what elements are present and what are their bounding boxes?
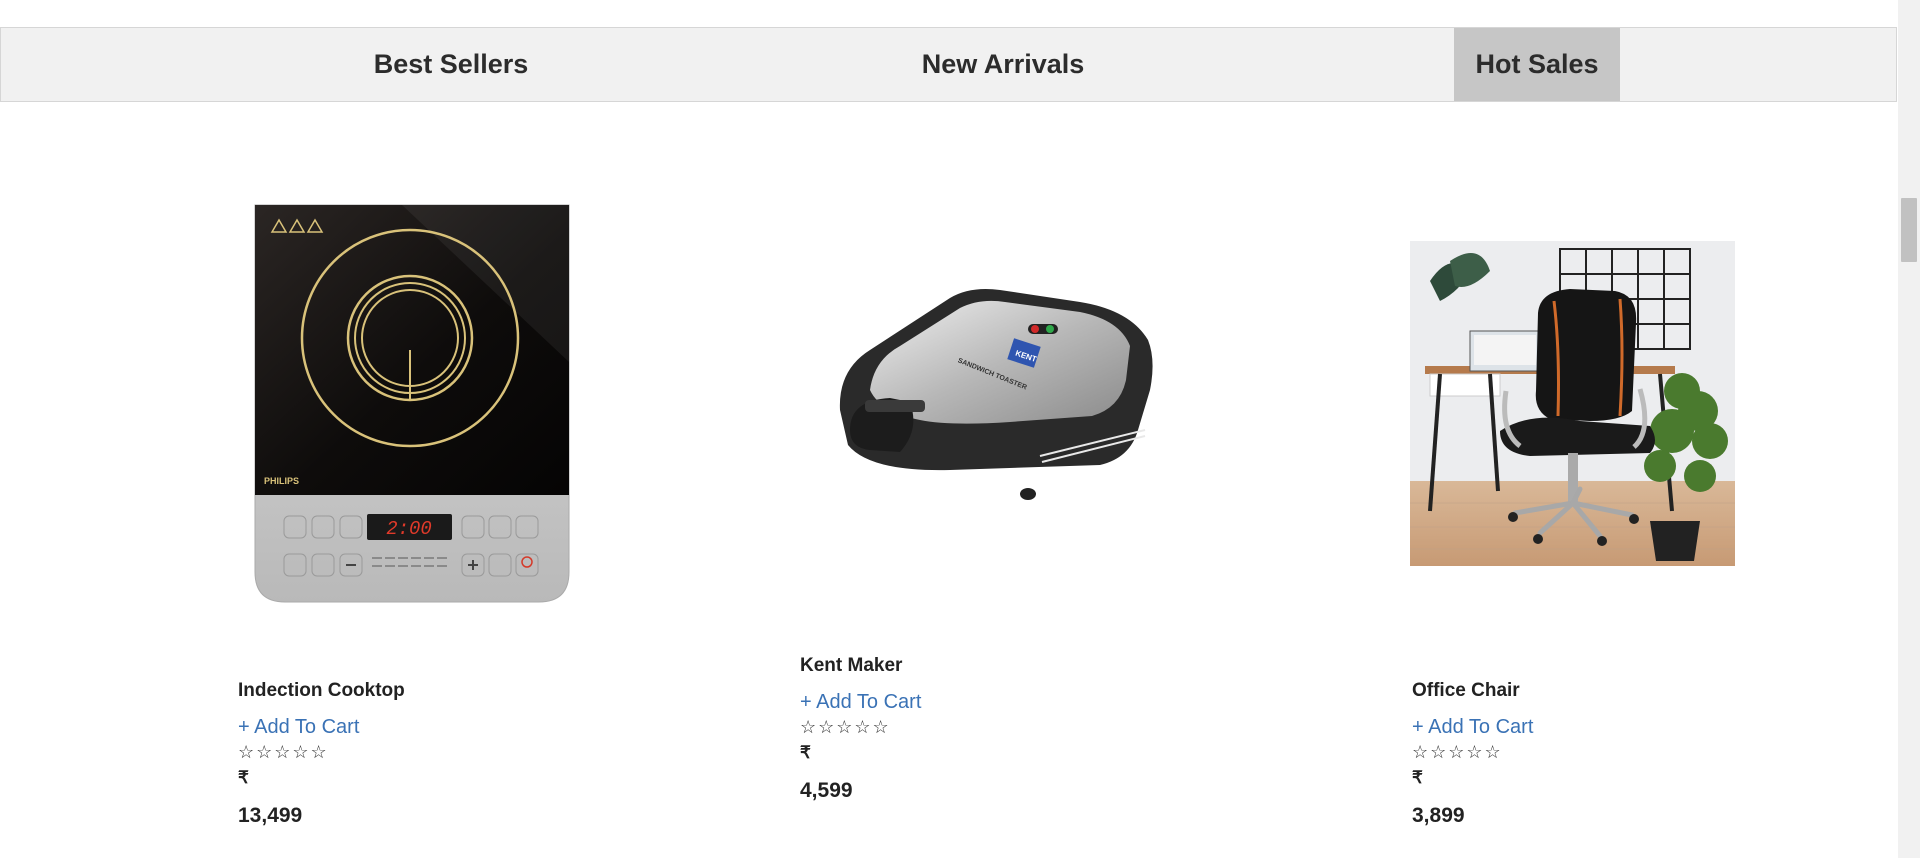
currency-symbol: ₹ [1412,768,1423,787]
category-tab-bar: Best Sellers New Arrivals Hot Sales [0,27,1897,102]
induction-cooktop-image[interactable]: PHILIPS 2:00 [252,202,572,604]
tab-hot-sales[interactable]: Hot Sales [1454,28,1620,101]
sandwich-maker-image[interactable]: KENT SANDWICH TOASTER [830,280,1156,516]
product-price: 3,899 [1412,804,1465,827]
add-to-cart-button[interactable]: + Add To Cart [800,691,921,714]
scrollbar-thumb[interactable] [1901,198,1917,262]
svg-text:PHILIPS: PHILIPS [264,476,299,486]
tab-new-arrivals[interactable]: New Arrivals [901,28,1105,101]
rating-stars: ☆☆☆☆☆ [1412,742,1503,762]
rating-stars: ☆☆☆☆☆ [800,717,891,737]
page-scrollbar[interactable] [1898,0,1920,858]
product-name[interactable]: Indection Cooktop [238,680,405,702]
svg-text:2:00: 2:00 [386,518,432,540]
add-to-cart-button[interactable]: + Add To Cart [238,716,359,739]
office-chair-image[interactable] [1410,241,1735,566]
tab-best-sellers[interactable]: Best Sellers [353,28,549,101]
product-name[interactable]: Office Chair [1412,680,1520,702]
currency-symbol: ₹ [238,768,249,787]
product-price: 13,499 [238,804,303,827]
product-price: 4,599 [800,779,853,802]
add-to-cart-button[interactable]: + Add To Cart [1412,716,1533,739]
currency-symbol: ₹ [800,743,811,762]
rating-stars: ☆☆☆☆☆ [238,742,329,762]
product-name[interactable]: Kent Maker [800,655,902,677]
